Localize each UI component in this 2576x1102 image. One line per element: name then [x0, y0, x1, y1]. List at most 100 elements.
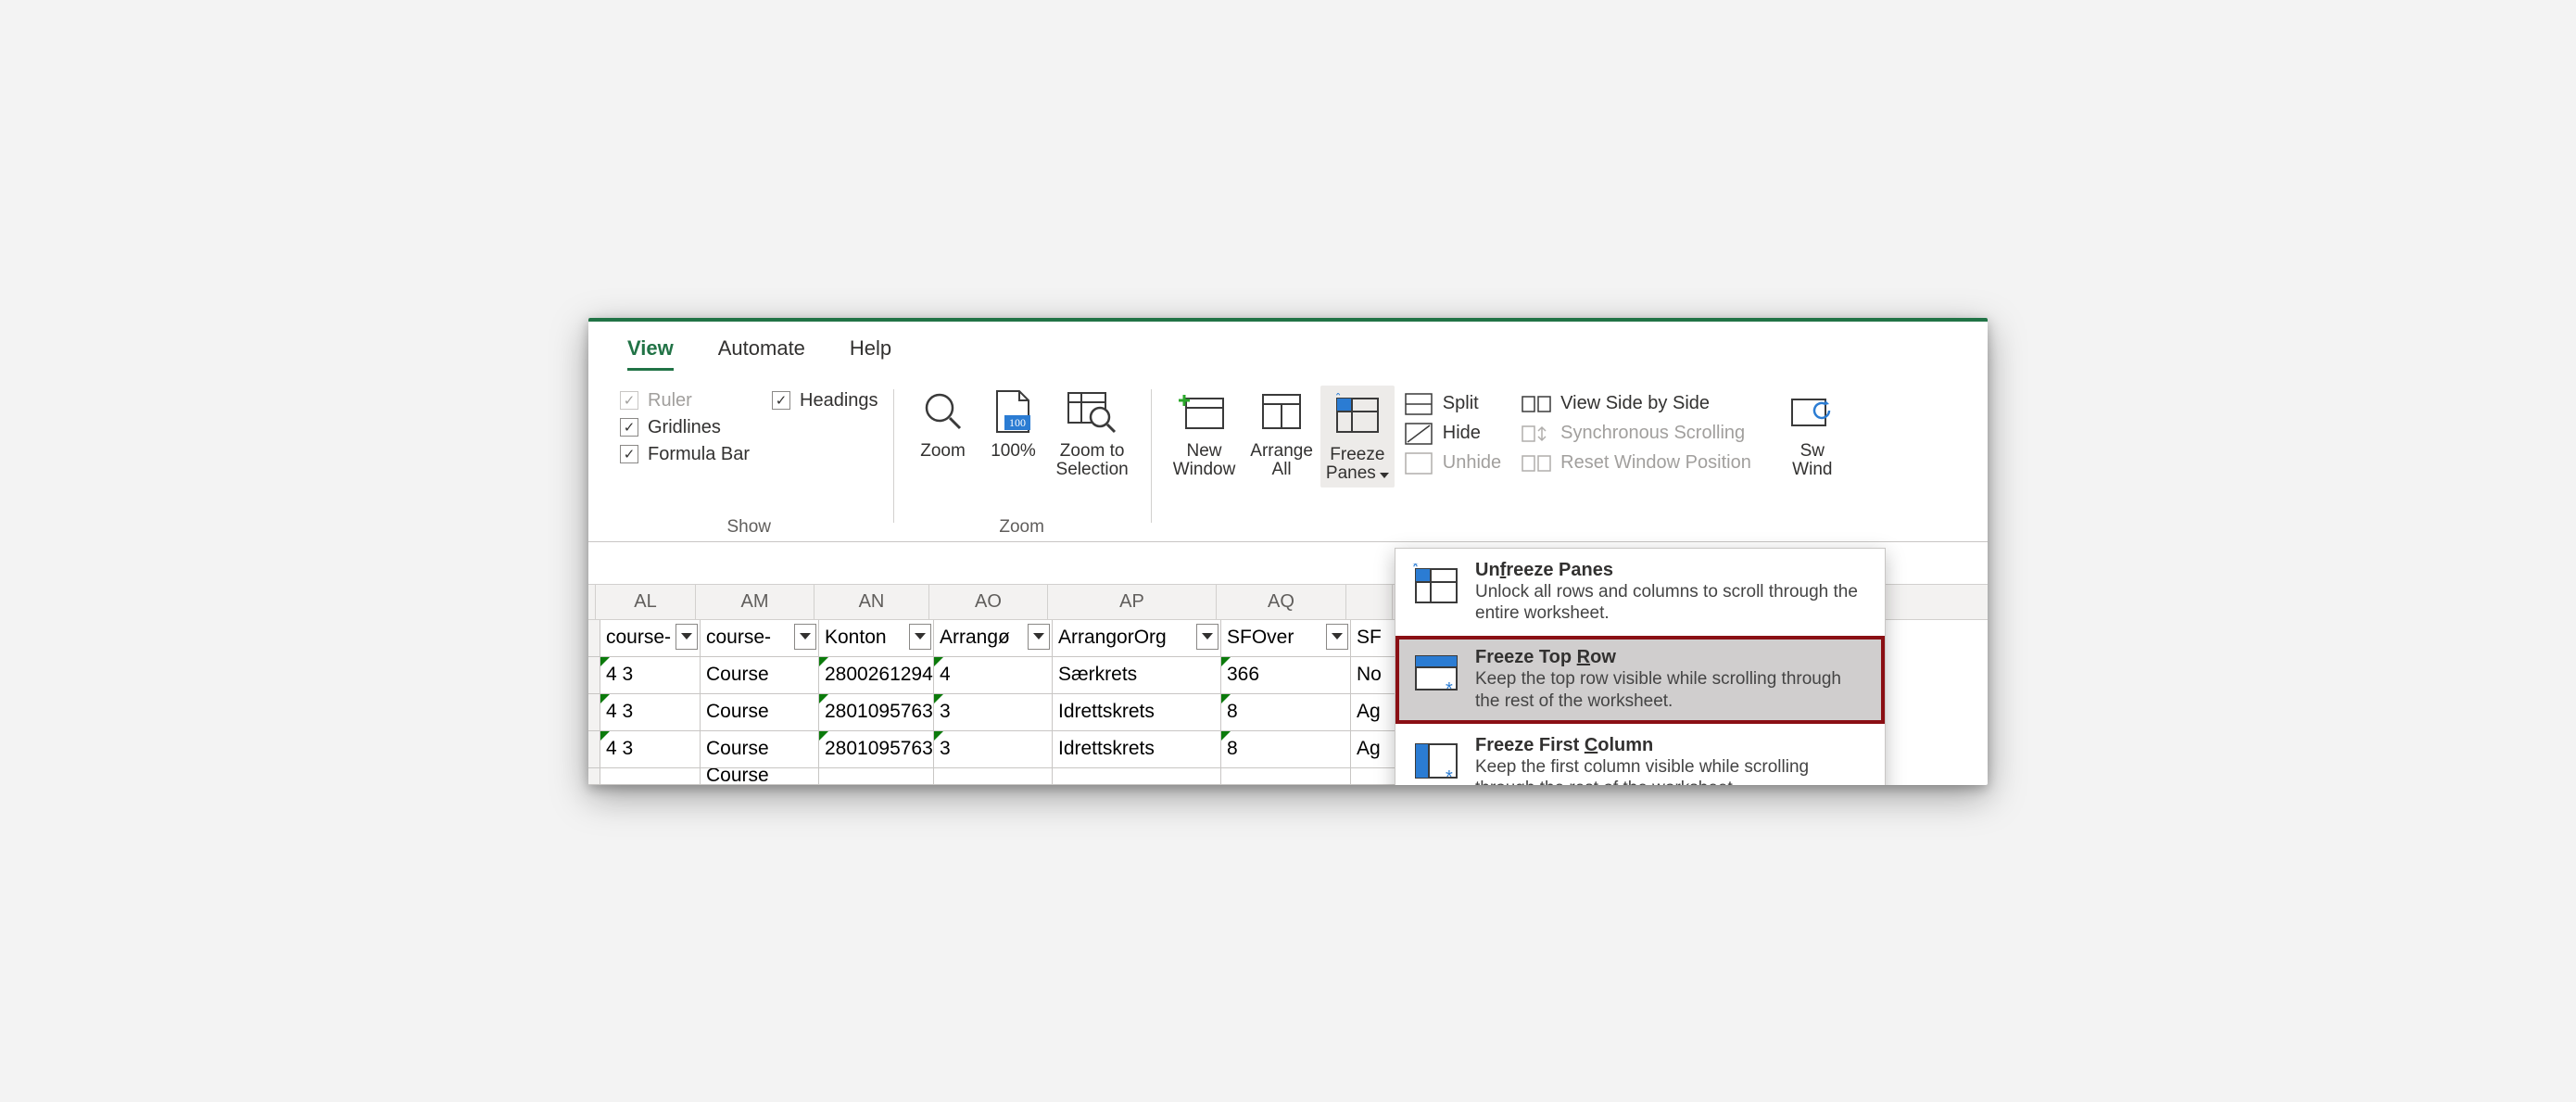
group-window: New Window Arrange All * Freeze Panes [1151, 384, 1988, 541]
menu-item-freeze-top-row[interactable]: * Freeze Top Row Keep the top row visibl… [1395, 636, 1885, 724]
view-side-by-side-button[interactable]: View Side by Side [1522, 391, 1751, 417]
cell[interactable]: 2800261294 [819, 657, 934, 694]
cell[interactable] [1053, 768, 1221, 785]
filter-cell[interactable]: SF [1351, 620, 1397, 657]
filter-dropdown-icon[interactable] [1326, 624, 1348, 650]
cell[interactable]: 4 3 [600, 731, 701, 768]
column-header[interactable]: AN [814, 585, 929, 619]
filter-cell[interactable]: course- [600, 620, 701, 657]
menu-item-unfreeze-panes[interactable]: * Unfreeze Panes Unlock all rows and col… [1395, 549, 1885, 637]
switch-windows-icon [1785, 386, 1840, 437]
cell[interactable]: Idrettskrets [1053, 694, 1221, 731]
row-edge [588, 620, 600, 657]
cell-value: 2801095763 [825, 701, 933, 723]
header-text: course- [606, 627, 671, 649]
cell[interactable]: Idrettskrets [1053, 731, 1221, 768]
checkbox-icon: ✓ [620, 418, 638, 437]
zoom-100-button[interactable]: 100 100% [979, 386, 1049, 480]
cell[interactable]: 3 [934, 731, 1053, 768]
cell-value: 366 [1227, 664, 1259, 686]
button-label: Unhide [1443, 452, 1501, 474]
column-header[interactable]: AQ [1217, 585, 1346, 619]
cell[interactable]: Course [701, 768, 819, 785]
column-header[interactable]: AO [929, 585, 1048, 619]
zoom-button[interactable]: Zoom [908, 386, 979, 480]
cell[interactable] [1351, 768, 1397, 785]
cell[interactable]: 8 [1221, 731, 1351, 768]
button-label-line1: Zoom to [1060, 441, 1125, 462]
tab-view[interactable]: View [627, 336, 674, 371]
column-header[interactable]: AL [596, 585, 696, 619]
error-indicator-icon [934, 731, 943, 741]
cell[interactable]: Course [701, 731, 819, 768]
column-header[interactable] [1346, 585, 1393, 619]
filter-dropdown-icon[interactable] [676, 624, 698, 650]
cell[interactable]: 8 [1221, 694, 1351, 731]
filter-dropdown-icon[interactable] [1196, 624, 1219, 650]
cell[interactable]: No [1351, 657, 1397, 694]
cell[interactable] [600, 768, 701, 785]
cell[interactable]: 2801095763 [819, 694, 934, 731]
check-formula-bar[interactable]: ✓ Formula Bar [620, 444, 750, 465]
check-ruler: ✓ Ruler [620, 390, 750, 412]
column-header[interactable]: AM [696, 585, 814, 619]
cell[interactable]: 4 3 [600, 657, 701, 694]
new-window-button[interactable]: New Window [1166, 386, 1244, 480]
cell[interactable]: Ag [1351, 694, 1397, 731]
cell-value: Ag [1357, 738, 1381, 760]
error-indicator-icon [934, 694, 943, 703]
freeze-top-row-icon: * [1410, 647, 1462, 699]
button-label: Hide [1443, 423, 1481, 444]
cell[interactable]: 2801095763 [819, 731, 934, 768]
corner-cell[interactable] [588, 585, 596, 619]
split-button[interactable]: Split [1404, 391, 1501, 417]
button-label-line2: Panes [1326, 463, 1376, 483]
cell[interactable]: Course [701, 657, 819, 694]
check-label: Ruler [648, 390, 692, 412]
tab-help[interactable]: Help [850, 336, 891, 371]
tab-automate[interactable]: Automate [718, 336, 805, 371]
filter-cell[interactable]: ArrangorOrg [1053, 620, 1221, 657]
error-indicator-icon [819, 694, 828, 703]
button-label-line1: Freeze [1330, 445, 1384, 465]
switch-windows-button[interactable]: Sw Wind [1777, 386, 1848, 480]
error-indicator-icon [934, 657, 943, 666]
filter-dropdown-icon[interactable] [909, 624, 931, 650]
sync-scroll-icon [1522, 421, 1551, 447]
hide-button[interactable]: Hide [1404, 421, 1501, 447]
filter-cell[interactable]: SFOver [1221, 620, 1351, 657]
cell[interactable]: Course [701, 694, 819, 731]
cell[interactable]: Ag [1351, 731, 1397, 768]
filter-dropdown-icon[interactable] [794, 624, 816, 650]
cell[interactable] [1221, 768, 1351, 785]
check-headings[interactable]: ✓ Headings [772, 390, 878, 412]
filter-dropdown-icon[interactable] [1028, 624, 1050, 650]
cell[interactable]: 4 3 [600, 694, 701, 731]
arrange-all-button[interactable]: Arrange All [1243, 386, 1320, 480]
button-label: Reset Window Position [1560, 452, 1751, 474]
cell[interactable] [819, 768, 934, 785]
cell[interactable]: Særkrets [1053, 657, 1221, 694]
filter-cell[interactable]: Konton [819, 620, 934, 657]
menu-item-title: Freeze First Column [1475, 735, 1870, 756]
filter-cell[interactable]: course- [701, 620, 819, 657]
cell-value: 8 [1227, 738, 1238, 760]
freeze-panes-button[interactable]: * Freeze Panes [1320, 386, 1395, 488]
cell-value: 2800261294 [825, 664, 933, 686]
column-header[interactable]: AP [1048, 585, 1217, 619]
cell[interactable]: 3 [934, 694, 1053, 731]
button-label: Split [1443, 393, 1479, 414]
cell[interactable]: 366 [1221, 657, 1351, 694]
cell-value: Course [706, 768, 769, 785]
magnifier-icon [915, 386, 971, 437]
cell[interactable] [934, 768, 1053, 785]
error-indicator-icon [819, 657, 828, 666]
menu-item-freeze-first-column[interactable]: * Freeze First Column Keep the first col… [1395, 724, 1885, 785]
button-label-line2: All [1272, 460, 1292, 480]
zoom-selection-button[interactable]: Zoom to Selection [1049, 386, 1136, 480]
check-gridlines[interactable]: ✓ Gridlines [620, 417, 750, 438]
filter-cell[interactable]: Arrangø [934, 620, 1053, 657]
table-magnifier-icon [1065, 386, 1120, 437]
new-window-icon [1177, 386, 1232, 437]
cell[interactable]: 4 [934, 657, 1053, 694]
